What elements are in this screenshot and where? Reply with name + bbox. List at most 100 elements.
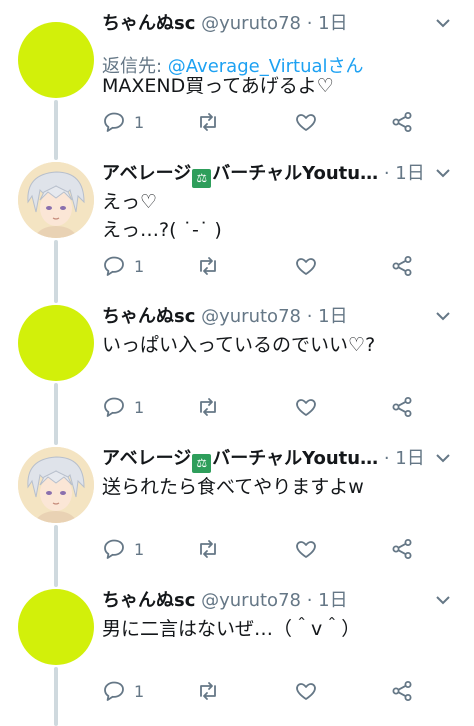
avatar[interactable] <box>18 447 94 523</box>
share-icon <box>392 539 412 559</box>
reply-count: 1 <box>134 397 145 417</box>
share-button[interactable] <box>390 677 414 705</box>
reply-button[interactable]: 1 <box>102 677 144 705</box>
separator-dot: · <box>306 13 313 34</box>
anime-avatar-image <box>18 447 94 523</box>
heart-icon <box>296 683 316 700</box>
retweet-button[interactable] <box>196 535 220 563</box>
display-name-part[interactable]: アベレージ <box>102 163 191 184</box>
reply-button[interactable]: 1 <box>102 108 144 136</box>
share-icon <box>392 681 412 701</box>
retweet-icon <box>200 682 216 700</box>
like-button[interactable] <box>294 677 318 705</box>
avatar[interactable] <box>18 22 94 98</box>
display-name[interactable]: ちゃんぬsc <box>102 13 195 34</box>
tweet[interactable]: アベレージ ⚖ バーチャルYoutu… · 1日 送られたら食べてやりますよw 1 <box>0 445 474 575</box>
retweet-icon <box>200 113 216 131</box>
like-button[interactable] <box>294 393 318 421</box>
retweet-icon <box>200 540 216 558</box>
tweet-text: 送られたら食べてやりますよw <box>102 476 364 498</box>
like-button[interactable] <box>294 252 318 280</box>
tweet-actions: 1 <box>102 535 432 563</box>
heart-icon <box>296 258 316 275</box>
separator-dot: · <box>306 590 313 611</box>
scales-emoji-icon: ⚖ <box>192 454 212 473</box>
share-button[interactable] <box>390 108 414 136</box>
retweet-button[interactable] <box>196 252 220 280</box>
tweet[interactable]: アベレージ ⚖ バーチャルYoutu… · 1日 えっ♡ えっ…?( ˙-˙ ) 1 <box>0 160 474 290</box>
tweet-header: アベレージ ⚖ バーチャルYoutu… · 1日 <box>102 445 442 473</box>
reply-icon <box>104 112 124 132</box>
share-icon <box>392 397 412 417</box>
heart-icon <box>296 541 316 558</box>
reply-icon <box>104 681 124 701</box>
avatar[interactable] <box>18 305 94 381</box>
tweet-header: ちゃんぬsc @yuruto78 · 1日 <box>102 10 442 38</box>
tweet-text: 男に二言はないぜ…（＾v＾） <box>102 618 361 640</box>
timestamp[interactable]: 1日 <box>318 306 347 327</box>
tweet[interactable]: ちゃんぬsc @yuruto78 · 1日 返信先: @Average_Virt… <box>0 10 474 150</box>
avatar[interactable] <box>18 162 94 238</box>
display-name-part[interactable]: バーチャルYoutu… <box>212 448 378 469</box>
share-button[interactable] <box>390 252 414 280</box>
anime-avatar-image <box>18 162 94 238</box>
reply-count: 1 <box>134 256 145 276</box>
user-handle[interactable]: @yuruto78 <box>201 13 301 34</box>
share-icon <box>392 256 412 276</box>
timestamp[interactable]: 1日 <box>318 590 347 611</box>
reply-icon <box>104 539 124 559</box>
tweet-actions: 1 <box>102 677 432 705</box>
chevron-down-icon[interactable] <box>434 164 452 182</box>
timestamp[interactable]: 1日 <box>318 13 347 34</box>
display-name-part[interactable]: アベレージ <box>102 448 191 469</box>
share-button[interactable] <box>390 535 414 563</box>
share-button[interactable] <box>390 393 414 421</box>
timestamp[interactable]: 1日 <box>395 163 424 184</box>
like-button[interactable] <box>294 108 318 136</box>
chevron-down-icon[interactable] <box>434 14 452 32</box>
reply-icon <box>104 256 124 276</box>
display-name-part[interactable]: バーチャルYoutu… <box>212 163 378 184</box>
reply-button[interactable]: 1 <box>102 535 144 563</box>
tweet-header: アベレージ ⚖ バーチャルYoutu… · 1日 <box>102 160 442 188</box>
chevron-down-icon[interactable] <box>434 591 452 609</box>
tweet-actions: 1 <box>102 252 432 280</box>
reply-count: 1 <box>134 112 145 132</box>
tweet-text: えっ♡ <box>102 191 158 213</box>
display-name[interactable]: ちゃんぬsc <box>102 590 195 611</box>
share-icon <box>392 112 412 132</box>
reply-button[interactable]: 1 <box>102 252 144 280</box>
display-name[interactable]: ちゃんぬsc <box>102 306 195 327</box>
tweet-text: えっ…?( ˙-˙ ) <box>102 219 222 241</box>
separator-dot: · <box>383 448 390 469</box>
heart-icon <box>296 114 316 131</box>
reply-button[interactable]: 1 <box>102 393 144 421</box>
retweet-button[interactable] <box>196 108 220 136</box>
retweet-button[interactable] <box>196 677 220 705</box>
tweet-header: ちゃんぬsc @yuruto78 · 1日 <box>102 587 442 615</box>
chevron-down-icon[interactable] <box>434 307 452 325</box>
like-button[interactable] <box>294 535 318 563</box>
timestamp[interactable]: 1日 <box>395 448 424 469</box>
tweet-text: MAXEND買ってあげるよ♡ <box>102 75 334 97</box>
chevron-down-icon[interactable] <box>434 449 452 467</box>
user-handle[interactable]: @yuruto78 <box>201 306 301 327</box>
tweet-text: いっぱい入っているのでいい♡? <box>102 334 376 356</box>
separator-dot: · <box>383 163 390 184</box>
scales-emoji-icon: ⚖ <box>192 169 212 188</box>
reply-icon <box>104 397 124 417</box>
retweet-icon <box>200 257 216 275</box>
retweet-button[interactable] <box>196 393 220 421</box>
tweet-actions: 1 <box>102 393 432 421</box>
tweet-actions: 1 <box>102 108 432 136</box>
reply-count: 1 <box>134 539 145 559</box>
reply-count: 1 <box>134 681 145 701</box>
retweet-icon <box>200 398 216 416</box>
separator-dot: · <box>306 306 313 327</box>
user-handle[interactable]: @yuruto78 <box>201 590 301 611</box>
heart-icon <box>296 399 316 416</box>
tweet[interactable]: ちゃんぬsc @yuruto78 · 1日 男に二言はないぜ…（＾v＾） 1 <box>0 587 474 726</box>
tweet-header: ちゃんぬsc @yuruto78 · 1日 <box>102 303 442 331</box>
tweet[interactable]: ちゃんぬsc @yuruto78 · 1日 いっぱい入っているのでいい♡? 1 <box>0 303 474 433</box>
avatar[interactable] <box>18 589 94 665</box>
